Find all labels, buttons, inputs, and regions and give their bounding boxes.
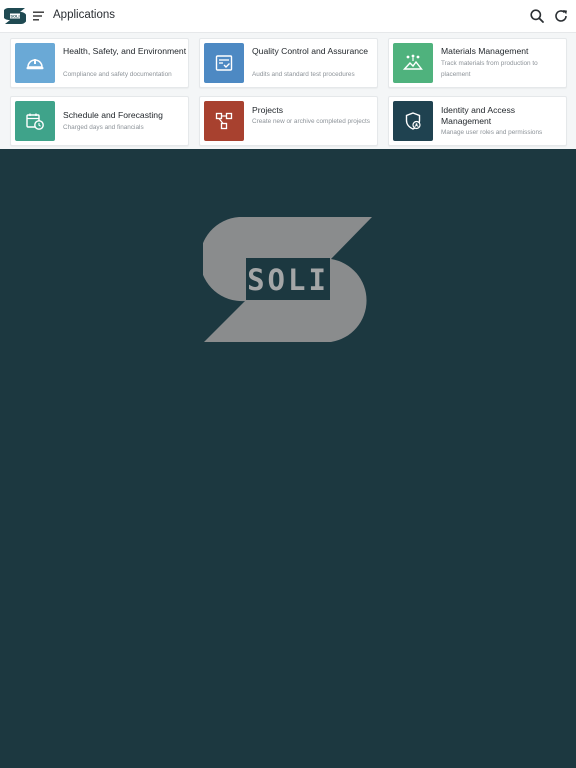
app-description: Audits and standard test procedures [252,71,355,78]
page-title: Applications [53,9,116,21]
app-description: Track materials from production to place… [441,60,538,78]
hard-hat-icon [26,59,44,70]
soli-brand-logo: SOLI [203,217,372,342]
calendar-clock-icon [26,113,44,130]
refresh-icon[interactable] [553,8,569,24]
app-title: Health, Safety, and Environment [63,46,187,56]
top-app-bar: SOLI Applications [0,0,576,33]
app-description: Manage user roles and permissions [441,129,543,136]
brand-logo-text: SOLI [247,263,329,297]
app-card-identity[interactable]: Identity and Access Management Manage us… [388,96,567,146]
terrain-icon [403,54,423,70]
identity-tile [393,101,433,141]
app-description: Charged days and financials [63,124,144,131]
app-description: Compliance and safety documentation [63,71,172,78]
schedule-tile [15,101,55,141]
menu-icon[interactable] [31,8,47,24]
search-icon[interactable] [529,8,545,24]
app-card-materials[interactable]: Materials Management Track materials fro… [388,38,567,88]
app-title: Materials Management [441,46,529,56]
app-title: Quality Control and Assurance [252,46,369,56]
app-card-projects[interactable]: Projects Create new or archive completed… [199,96,378,146]
quality-tile [204,43,244,83]
soli-logo-icon[interactable]: SOLI [4,7,26,25]
applications-grid: Health, Safety, and Environment Complian… [0,33,576,149]
hse-tile [15,43,55,83]
logo-badge-text: SOLI [10,14,19,19]
checklist-icon [215,55,233,71]
app-card-quality[interactable]: Quality Control and Assurance Audits and… [199,38,378,88]
materials-tile [393,43,433,83]
app-card-schedule[interactable]: Schedule and Forecasting Charged days an… [10,96,189,146]
workflow-icon [215,112,233,130]
app-card-hse[interactable]: Health, Safety, and Environment Complian… [10,38,189,88]
app-title: Schedule and Forecasting [63,110,163,120]
projects-tile [204,101,244,141]
shield-user-icon [405,112,421,130]
app-title: Identity and Access Management [441,105,516,126]
app-description: Create new or archive completed projects [252,118,370,125]
app-title: Projects [252,105,284,115]
